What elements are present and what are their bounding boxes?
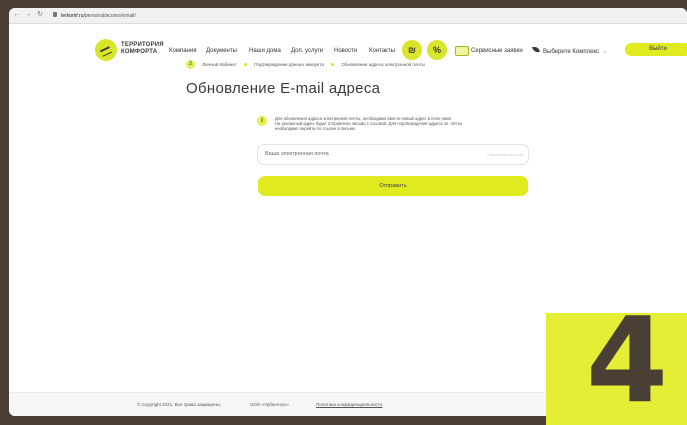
info-line-3: необходимо перейти по ссылке в письме. [275,126,357,131]
required-label: Обязательное поле [486,152,523,157]
address-bar[interactable]: terkomf.ru/personal/access/email/ [61,12,136,20]
logo-text[interactable]: ТЕРРИТОРИЯ КОМФОРТА [121,42,164,56]
browser-toolbar: ← → ↻ terkomf.ru/personal/access/email/ [9,8,687,24]
leaf-icon [531,45,541,54]
nav-contacts[interactable]: Контакты [369,48,395,54]
breadcrumb-personal-cabinet[interactable]: Личный Кабинет [202,62,236,67]
step-badge-number: 4 [586,313,669,425]
forward-icon[interactable]: → [24,11,32,19]
privacy-policy-link[interactable]: Политика конфиденциальности [316,402,382,407]
company-name: ООО «УрбанАгро» [250,402,290,407]
info-text: Для обновления адреса электронной почты,… [275,116,535,131]
nav-company[interactable]: Компания [169,48,196,54]
complex-select-label: Выберите Комплекс [543,49,600,55]
url-domain: terkomf.ru [61,13,84,19]
logo-icon[interactable] [95,39,117,61]
breadcrumb: 2 Личный Кабинет Подтверждение данных ак… [186,60,425,70]
email-field[interactable]: Ваша электронная почта Обязательное поле [257,144,529,165]
back-icon[interactable]: ← [13,11,21,19]
nav-news[interactable]: Новости [334,48,357,54]
lock-icon [53,12,57,17]
page-title: Обновление E-mail адреса [186,80,381,97]
meter-readings-icon[interactable]: ₪ [402,40,422,60]
info-icon: i [257,116,267,126]
breadcrumb-separator [243,63,247,66]
logout-button[interactable]: Выйти [625,43,687,56]
submit-button[interactable]: Отправить [258,176,528,196]
step-badge: 4 [546,313,687,425]
nav-documents[interactable]: Документы [206,48,237,54]
breadcrumb-current: Обновление адреса электронной почты [341,62,425,67]
email-placeholder: Ваша электронная почта [265,151,329,157]
service-requests-icon[interactable] [455,46,469,56]
step-number: 2 [186,60,195,69]
copyright-text: © Copyright 2021. Все права защищены. [137,402,222,407]
nav-extra-services[interactable]: Доп. услуги [291,48,323,54]
payment-icon[interactable]: % [427,40,447,60]
site-header: ТЕРРИТОРИЯ КОМФОРТА Компания Документы Н… [9,24,687,64]
complex-select[interactable]: Выберите Комплекс ⌄ [543,48,607,55]
logo-line-2: КОМФОРТА [121,49,158,55]
reload-icon[interactable]: ↻ [36,11,44,19]
chevron-down-icon: ⌄ [602,49,608,55]
breadcrumb-separator [331,63,335,66]
breadcrumb-account-confirmation[interactable]: Подтверждение данных аккаунта [254,62,324,67]
service-requests-link[interactable]: Сервисные заявки [471,48,523,54]
nav-houses[interactable]: Наши дома [249,48,281,54]
url-path: /personal/access/email/ [83,13,136,19]
logo-line-1: ТЕРРИТОРИЯ [121,42,164,48]
